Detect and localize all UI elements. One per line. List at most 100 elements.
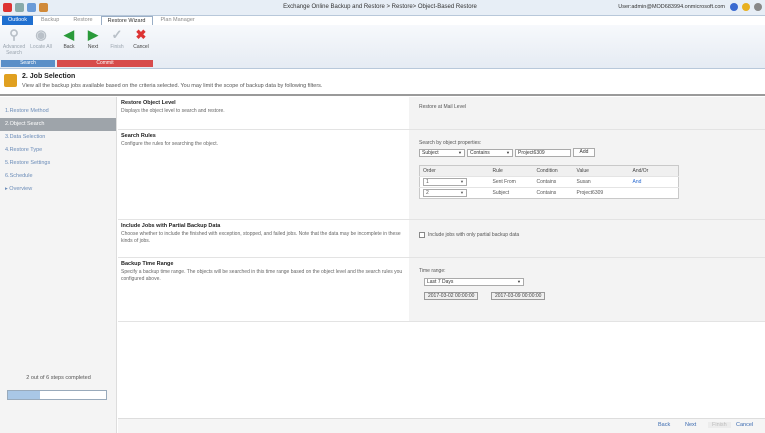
dropdown-arrow-icon: ▼	[506, 150, 510, 155]
table-row[interactable]: 1 ▼ Sent From Contains Susan And	[419, 176, 679, 188]
condition-cell: Contains	[533, 176, 574, 188]
section-partial-jobs: Include Jobs with Partial Backup Data Ch…	[118, 220, 765, 258]
column-header: Condition	[533, 165, 574, 177]
add-rule-button[interactable]: Add	[573, 148, 595, 157]
rules-table-header: Order Rule Condition Value And/Or	[419, 165, 679, 177]
and-or-cell	[629, 187, 679, 199]
order-select[interactable]: 1 ▼	[423, 178, 467, 186]
wizard-footer: Back Next Finish Cancel	[118, 418, 765, 433]
nav-step-data-selection[interactable]: 3.Data Selection	[0, 131, 116, 144]
app-logo-icon	[3, 3, 12, 12]
locate-icon: ◉	[35, 27, 47, 42]
column-header: Rule	[489, 165, 534, 177]
tab-plan-manager[interactable]: Plan Manager	[155, 16, 201, 25]
nav-step-restore-type[interactable]: 4.Restore Type	[0, 144, 116, 157]
order-select[interactable]: 2 ▼	[423, 189, 467, 197]
value-cell: Project6309	[573, 187, 630, 199]
time-range-label: Time range:	[419, 268, 446, 274]
dropdown-arrow-icon: ▼	[460, 190, 464, 195]
ribbon-group-search: Search	[1, 60, 55, 67]
and-or-link[interactable]: And	[633, 179, 642, 185]
window-title: Exchange Online Backup and Restore > Res…	[283, 4, 477, 10]
tab-restore[interactable]: Restore	[67, 16, 98, 25]
progress-text: 2 out of 6 steps completed	[26, 375, 91, 381]
home-icon[interactable]	[15, 3, 24, 12]
help-icon[interactable]	[730, 3, 738, 11]
column-header: Order	[419, 165, 490, 177]
time-range-description: Specify a backup time range. The objects…	[121, 269, 403, 282]
nav-step-restore-method[interactable]: 1.Restore Method	[0, 105, 116, 118]
calendar-icon[interactable]	[39, 3, 48, 12]
search-rules-panel: Search by object properties: Subject ▼ Co…	[409, 130, 765, 219]
time-range-panel: Time range: Last 7 Days ▼ 2017-03-02 00:0…	[409, 258, 765, 321]
section-time-range: Backup Time Range Specify a backup time …	[118, 258, 765, 322]
back-button[interactable]: ◀ Back	[57, 27, 81, 51]
user-account[interactable]: User:admin@MOD683994.onmicrosoft.com	[618, 4, 725, 10]
condition-cell: Contains	[533, 187, 574, 199]
tab-restore-wizard[interactable]: Restore Wizard	[100, 16, 153, 25]
settings-icon[interactable]	[754, 3, 762, 11]
locate-all-button[interactable]: ◉ Locate All	[29, 27, 53, 51]
nav-step-schedule[interactable]: 6.Schedule	[0, 170, 116, 183]
nav-step-object-search[interactable]: 2.Object Search	[0, 118, 116, 131]
table-row[interactable]: 2 ▼ Subject Contains Project6309	[419, 187, 679, 199]
progress-bar	[7, 390, 107, 400]
step-description: View all the backup jobs available based…	[22, 83, 323, 89]
property-select[interactable]: Subject ▼	[419, 149, 465, 157]
footer-finish-button[interactable]: Finish	[708, 422, 731, 428]
end-date-field[interactable]: 2017-03-09 00:00:00	[491, 292, 546, 300]
rule-cell: Subject	[489, 187, 534, 199]
tab-backup[interactable]: Backup	[35, 16, 65, 25]
value-cell: Susan	[573, 176, 630, 188]
ribbon-group-commit: Commit	[57, 60, 153, 67]
cancel-x-icon: ✖	[135, 27, 147, 42]
cancel-button[interactable]: ✖ Cancel	[129, 27, 153, 51]
next-button[interactable]: ▶ Next	[81, 28, 105, 51]
ribbon-tabs: Outlook Backup Restore Restore Wizard Pl…	[2, 16, 201, 25]
step-header: 2. Job Selection View all the backup job…	[0, 70, 765, 96]
restore-level-title: Restore Object Level	[121, 100, 176, 106]
smiley-icon[interactable]	[742, 3, 750, 11]
time-range-title: Backup Time Range	[121, 261, 174, 267]
ribbon: ⚲ Advanced Search ◉ Locate All ◀ Back ▶ …	[0, 25, 765, 69]
job-selection-icon	[4, 74, 17, 87]
column-header: And/Or	[629, 165, 679, 177]
footer-next-button[interactable]: Next	[685, 422, 696, 428]
search-properties-label: Search by object properties:	[419, 140, 482, 146]
magnifier-icon: ⚲	[9, 27, 19, 42]
restore-level-description: Displays the object level to search and …	[121, 108, 225, 114]
partial-jobs-checkbox[interactable]	[419, 232, 425, 238]
nav-step-overview[interactable]: ▸ Overview	[0, 183, 116, 196]
section-search-rules: Search Rules Configure the rules for sea…	[118, 130, 765, 220]
partial-jobs-title: Include Jobs with Partial Backup Data	[121, 223, 221, 229]
footer-cancel-button[interactable]: Cancel	[736, 422, 753, 428]
back-arrow-icon: ◀	[64, 27, 74, 42]
dropdown-arrow-icon: ▼	[517, 279, 521, 284]
column-header: Value	[573, 165, 630, 177]
tab-outlook[interactable]: Outlook	[2, 16, 33, 25]
restore-level-panel: Restore at Mail Level	[409, 97, 765, 129]
finish-check-icon: ✓	[111, 27, 123, 42]
search-rules-description: Configure the rules for searching the ob…	[121, 141, 218, 147]
dropdown-arrow-icon: ▼	[458, 150, 462, 155]
save-icon[interactable]	[27, 3, 36, 12]
rule-cell: Sent From	[489, 176, 534, 188]
restore-level-value: Restore at Mail Level	[419, 104, 466, 110]
start-date-field[interactable]: 2017-03-02 00:00:00	[424, 292, 479, 300]
footer-back-button[interactable]: Back	[658, 422, 670, 428]
advanced-search-button[interactable]: ⚲ Advanced Search	[2, 27, 26, 57]
time-range-select[interactable]: Last 7 Days ▼	[424, 278, 524, 286]
step-title: 2. Job Selection	[22, 73, 76, 80]
and-or-cell: And	[629, 176, 679, 188]
finish-button[interactable]: ✓ Finish	[105, 27, 129, 51]
nav-step-restore-settings[interactable]: 5.Restore Settings	[0, 157, 116, 170]
partial-jobs-checkbox-label: Include jobs with only partial backup da…	[428, 232, 520, 238]
wizard-steps-nav: 1.Restore Method 2.Object Search 3.Data …	[0, 97, 117, 433]
quick-access-toolbar	[3, 3, 48, 12]
rules-table: Order Rule Condition Value And/Or 1 ▼ Sen…	[419, 165, 679, 199]
search-value-input[interactable]: Project6309	[515, 149, 571, 157]
search-rules-title: Search Rules	[121, 133, 156, 139]
condition-select[interactable]: Contains ▼	[467, 149, 513, 157]
partial-jobs-description: Choose whether to include the finished w…	[121, 231, 401, 244]
section-restore-level: Restore Object Level Displays the object…	[118, 97, 765, 130]
